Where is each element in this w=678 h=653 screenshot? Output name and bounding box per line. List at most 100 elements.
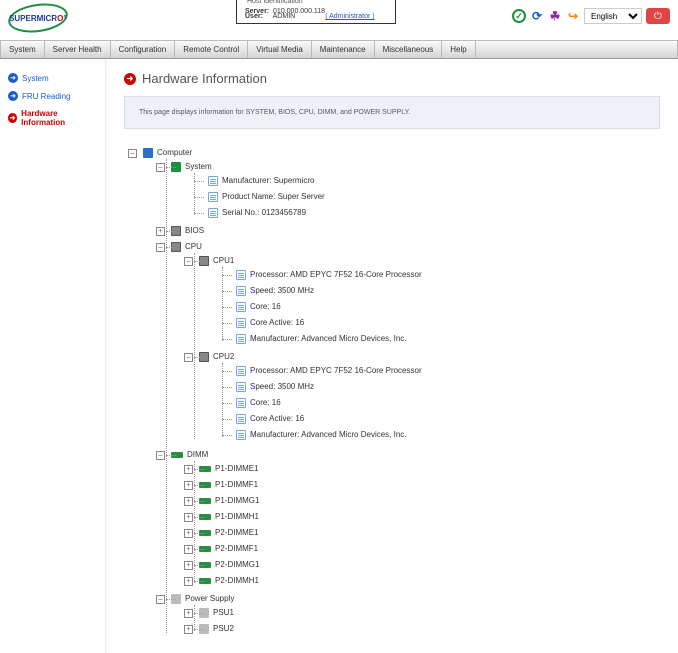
tree-node-dimm-slot[interactable]: +P1-DIMMF1	[208, 479, 660, 491]
tree-node-bios[interactable]: +BIOS	[180, 225, 660, 237]
tree-node-dimm[interactable]: –DIMM	[180, 449, 660, 461]
dimm-icon	[199, 498, 211, 504]
tree-node-cpu2[interactable]: –CPU2	[208, 351, 660, 363]
tree-node-dimm-slot[interactable]: +P2-DIMMH1	[208, 575, 660, 587]
system-icon	[171, 162, 181, 172]
expand-icon[interactable]: +	[184, 609, 193, 618]
tree-leaf: Speed: 3500 MHz	[236, 381, 660, 393]
logout-icon[interactable]: ↪	[566, 9, 580, 23]
expand-icon[interactable]: +	[184, 513, 193, 522]
tree-node-dimm-slot[interactable]: +P2-DIMMF1	[208, 543, 660, 555]
expand-icon[interactable]: +	[184, 529, 193, 538]
chip-icon	[199, 352, 209, 362]
collapse-icon[interactable]: –	[156, 595, 165, 604]
expand-icon[interactable]: +	[184, 465, 193, 474]
tree-leaf: Core Active: 16	[236, 413, 660, 425]
tree-leaf: Core: 16	[236, 301, 660, 313]
expand-icon[interactable]: +	[156, 227, 165, 236]
doc-icon	[236, 382, 246, 392]
tree-leaf: Manufacturer: Supermicro	[208, 175, 660, 187]
logo: SUPERMICRO°	[8, 4, 68, 32]
tree-leaf: Product Name: Super Server	[208, 191, 660, 203]
tree-leaf: Speed: 3500 MHz	[236, 285, 660, 297]
tree-node-psu-unit[interactable]: +PSU1	[208, 607, 660, 619]
tree-leaf: Manufacturer: Advanced Micro Devices, In…	[236, 333, 660, 345]
chip-icon	[171, 226, 181, 236]
tree-node-dimm-slot[interactable]: +P2-DIMME1	[208, 527, 660, 539]
doc-icon	[208, 176, 218, 186]
expand-icon[interactable]: +	[184, 497, 193, 506]
collapse-icon[interactable]: –	[184, 353, 193, 362]
main-menu: System Server Health Configuration Remot…	[0, 40, 678, 59]
collapse-icon[interactable]: –	[184, 257, 193, 266]
expand-icon[interactable]: +	[184, 625, 193, 634]
sidebar-item-system[interactable]: ➜System	[0, 69, 105, 87]
tree-node-dimm-slot[interactable]: +P1-DIMMH1	[208, 511, 660, 523]
menu-miscellaneous[interactable]: Miscellaneous	[375, 41, 443, 58]
dimm-icon	[171, 452, 183, 458]
doc-icon	[236, 334, 246, 344]
menu-configuration[interactable]: Configuration	[111, 41, 176, 58]
tree-node-psu[interactable]: –Power Supply	[180, 593, 660, 605]
expand-icon[interactable]: +	[184, 561, 193, 570]
sidebar-item-hardware[interactable]: ➜Hardware Information	[0, 105, 105, 131]
tree-node-computer[interactable]: –Computer	[152, 147, 660, 159]
tree-node-dimm-slot[interactable]: +P2-DIMMG1	[208, 559, 660, 571]
collapse-icon[interactable]: –	[156, 243, 165, 252]
tree-leaf: Processor: AMD EPYC 7F52 16-Core Process…	[236, 269, 660, 281]
psu-icon	[199, 608, 209, 618]
tree-node-cpu[interactable]: –CPU	[180, 241, 660, 253]
dimm-icon	[199, 562, 211, 568]
collapse-icon[interactable]: –	[156, 451, 165, 460]
host-id-title: Host Identification	[245, 0, 305, 5]
refresh-icon[interactable]: ⟳	[530, 9, 544, 23]
dimm-icon	[199, 530, 211, 536]
tree-node-psu-unit[interactable]: +PSU2	[208, 623, 660, 635]
title-icon: ➜	[124, 73, 136, 85]
collapse-icon[interactable]: –	[128, 149, 137, 158]
doc-icon	[236, 286, 246, 296]
sidebar-item-fru[interactable]: ➜FRU Reading	[0, 87, 105, 105]
page-title: ➜ Hardware Information	[124, 71, 660, 86]
collapse-icon[interactable]: –	[156, 163, 165, 172]
expand-icon[interactable]: +	[184, 481, 193, 490]
doc-icon	[236, 366, 246, 376]
expand-icon[interactable]: +	[184, 577, 193, 586]
doc-icon	[236, 414, 246, 424]
expand-icon[interactable]: +	[184, 545, 193, 554]
tree-leaf: Serial No.: 0123456789	[208, 207, 660, 219]
doc-icon	[236, 398, 246, 408]
chip-icon	[171, 242, 181, 252]
status-ok-icon[interactable]: ✓	[512, 9, 526, 23]
doc-icon	[236, 430, 246, 440]
dimm-icon	[199, 514, 211, 520]
arrow-icon: ➜	[8, 73, 18, 83]
doc-icon	[236, 270, 246, 280]
tree-leaf: Processor: AMD EPYC 7F52 16-Core Process…	[236, 365, 660, 377]
menu-system[interactable]: System	[0, 41, 45, 58]
tree-node-dimm-slot[interactable]: +P1-DIMME1	[208, 463, 660, 475]
menu-server-health[interactable]: Server Health	[45, 41, 111, 58]
doc-icon	[208, 192, 218, 202]
dimm-icon	[199, 482, 211, 488]
arrow-icon: ➜	[8, 113, 17, 123]
tree-node-cpu1[interactable]: –CPU1	[208, 255, 660, 267]
eco-icon[interactable]: ☘	[548, 9, 562, 23]
power-button[interactable]: ⏻	[646, 8, 670, 24]
tree-leaf: Core Active: 16	[236, 317, 660, 329]
menu-virtual-media[interactable]: Virtual Media	[248, 41, 312, 58]
menu-help[interactable]: Help	[442, 41, 475, 58]
menu-remote-control[interactable]: Remote Control	[175, 41, 248, 58]
tree-leaf: Manufacturer: Advanced Micro Devices, In…	[236, 429, 660, 441]
chip-icon	[199, 256, 209, 266]
language-select[interactable]: English	[584, 8, 642, 24]
host-identification-box: Host Identification Server: 010.000.000.…	[236, 0, 396, 24]
role-link[interactable]: ( Administrator )	[325, 13, 374, 20]
sidebar: ➜System ➜FRU Reading ➜Hardware Informati…	[0, 59, 106, 653]
header-actions: ✓ ⟳ ☘ ↪ English ⏻	[512, 8, 670, 24]
menu-maintenance[interactable]: Maintenance	[312, 41, 375, 58]
tree-node-system[interactable]: –System	[180, 161, 660, 173]
dimm-icon	[199, 466, 211, 472]
tree-node-dimm-slot[interactable]: +P1-DIMMG1	[208, 495, 660, 507]
hint-box: This page displays information for SYSTE…	[124, 96, 660, 129]
